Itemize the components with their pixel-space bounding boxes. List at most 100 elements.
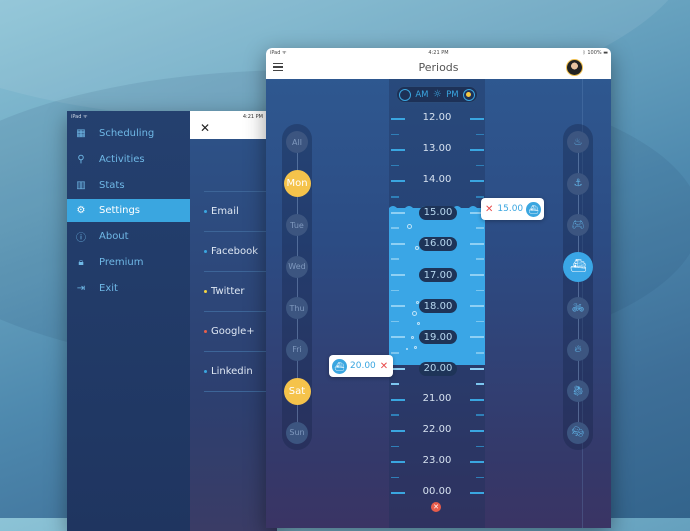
day-wed[interactable]: Wed [286, 255, 308, 278]
menu-item-activities[interactable]: ⚲ Activities [67, 148, 190, 171]
half-hour-tick [476, 258, 484, 260]
day-tue[interactable]: Tue [286, 214, 308, 236]
menu-item-premium[interactable]: 🔒︎ Premium [67, 251, 190, 274]
share-header: 4:21 PM ✕ [190, 111, 277, 139]
hour-label: 21.00 [422, 392, 452, 404]
hour-tick [470, 367, 484, 370]
settings-tablet: iPad ᯤ ▦ Scheduling ⚲ Activities ▥ Stats ⚙ Sett… [67, 111, 277, 531]
share-label: Google+ [211, 326, 255, 337]
hour-tick [470, 336, 484, 339]
bubble [415, 246, 419, 250]
share-label: Linkedin [211, 366, 253, 377]
close-icon[interactable]: ✕ [200, 122, 210, 134]
menu-item-stats[interactable]: ▥ Stats [67, 174, 190, 197]
day-sat[interactable]: Sat [283, 377, 311, 405]
bicycle-icon[interactable]: 🚲︎ [567, 297, 589, 319]
menu-item-label: Activities [99, 153, 145, 165]
bullet-dot [204, 210, 207, 213]
hour-tick [470, 149, 484, 152]
periods-tablet: iPad ᯤ 4:21 PM ᛒ 100% ▬ Periods AM ☼ PM … [266, 48, 611, 528]
lock-icon: 🔒︎ [78, 257, 84, 268]
pm-radio[interactable] [462, 88, 475, 101]
status-battery: ᛒ 100% ▬ [582, 50, 608, 56]
anchor-icon[interactable]: ⚓ [567, 172, 589, 195]
half-hour-tick [391, 414, 399, 416]
hour-tick [391, 211, 405, 214]
hour-tick [391, 367, 405, 370]
hour-tick [470, 430, 484, 432]
hour-label: 14.00 [422, 174, 452, 186]
ship-icon: ⛴ [526, 201, 541, 217]
hour-tick [391, 274, 405, 276]
day-fri[interactable]: Fri [286, 338, 308, 361]
share-google-plus[interactable]: Google+ [204, 326, 255, 337]
am-pm-toggle[interactable]: AM ☼ PM [396, 86, 478, 103]
ship-icon: ⛴ [332, 358, 347, 374]
menu-item-settings[interactable]: ⚙ Settings [67, 199, 190, 223]
half-hour-tick [391, 196, 399, 198]
share-twitter[interactable]: Twitter [204, 286, 245, 297]
menu-item-label: Settings [99, 205, 141, 217]
menu-item-label: Exit [99, 282, 118, 294]
end-time-callout[interactable]: ⛴ 20.00 ✕ [329, 355, 393, 377]
bubble [412, 311, 417, 316]
hour-tick [391, 336, 405, 339]
half-hour-tick [476, 383, 484, 385]
hour-tick [470, 398, 484, 401]
half-hour-tick [391, 383, 399, 385]
share-linkedin[interactable]: Linkedin [204, 366, 253, 377]
bullet-dot [204, 370, 207, 373]
share-facebook[interactable]: Facebook [204, 246, 258, 257]
half-hour-tick [391, 289, 399, 292]
bubble [406, 348, 408, 350]
half-hour-tick [476, 352, 484, 354]
mask-icon[interactable]: 🎭︎ [567, 421, 589, 444]
dragon-icon[interactable]: 🐉︎ [567, 380, 589, 402]
battery-level: 100% [587, 50, 602, 56]
day-mon[interactable]: Mon [283, 170, 311, 197]
half-hour-tick [391, 164, 399, 167]
bubble [407, 224, 412, 229]
half-hour-tick [476, 445, 484, 448]
remove-end-icon[interactable]: ✕ [380, 361, 388, 372]
page-title: Periods [418, 61, 459, 74]
menu-item-label: About [99, 231, 129, 243]
avatar[interactable] [566, 59, 583, 76]
clear-range-icon[interactable]: ✕ [431, 502, 441, 512]
hour-tick [470, 274, 484, 276]
hour-tick [391, 430, 405, 432]
menu-item-exit[interactable]: ⇥ Exit [67, 277, 190, 300]
hour-tick [391, 461, 405, 464]
menu-item-label: Stats [99, 179, 125, 191]
share-email[interactable]: Email [204, 206, 239, 217]
sun-icon: ☼ [432, 89, 442, 100]
half-hour-tick [476, 414, 484, 416]
fire-icon[interactable]: 🔥︎ [567, 338, 589, 361]
hour-label: 12.00 [422, 112, 452, 123]
menu-item-label: Premium [99, 257, 144, 268]
bubble [411, 336, 414, 339]
menu-item-about[interactable]: ⓘ About [67, 225, 190, 248]
half-hour-tick [391, 445, 399, 448]
hour-tick [470, 242, 484, 245]
remove-start-icon[interactable]: ✕ [485, 204, 493, 215]
am-label: AM [415, 89, 429, 100]
cooking-pot-icon[interactable]: ♨ [567, 131, 589, 153]
start-time-callout[interactable]: ✕ 15.00 ⛴ [481, 198, 544, 220]
hour-tick [391, 492, 405, 495]
gamepad-icon[interactable]: 🎮︎ [567, 214, 589, 236]
share-panel: 4:21 PM ✕ Email Facebook Twitter Google+ Lin… [190, 111, 277, 531]
day-all[interactable]: All [286, 131, 308, 153]
status-time: 4:21 PM [428, 50, 449, 56]
share-label: Facebook [211, 246, 258, 257]
day-thu[interactable]: Thu [286, 297, 308, 319]
bullet-dot [204, 330, 207, 333]
half-hour-tick [391, 320, 399, 323]
ship-icon[interactable]: ⛴ [563, 251, 593, 282]
hour-tick [470, 180, 484, 183]
am-radio[interactable] [399, 88, 411, 101]
menu-item-scheduling[interactable]: ▦ Scheduling [67, 122, 190, 145]
day-sun[interactable]: Sun [286, 421, 308, 444]
half-hour-tick [476, 289, 484, 292]
hour-tick [391, 305, 405, 308]
